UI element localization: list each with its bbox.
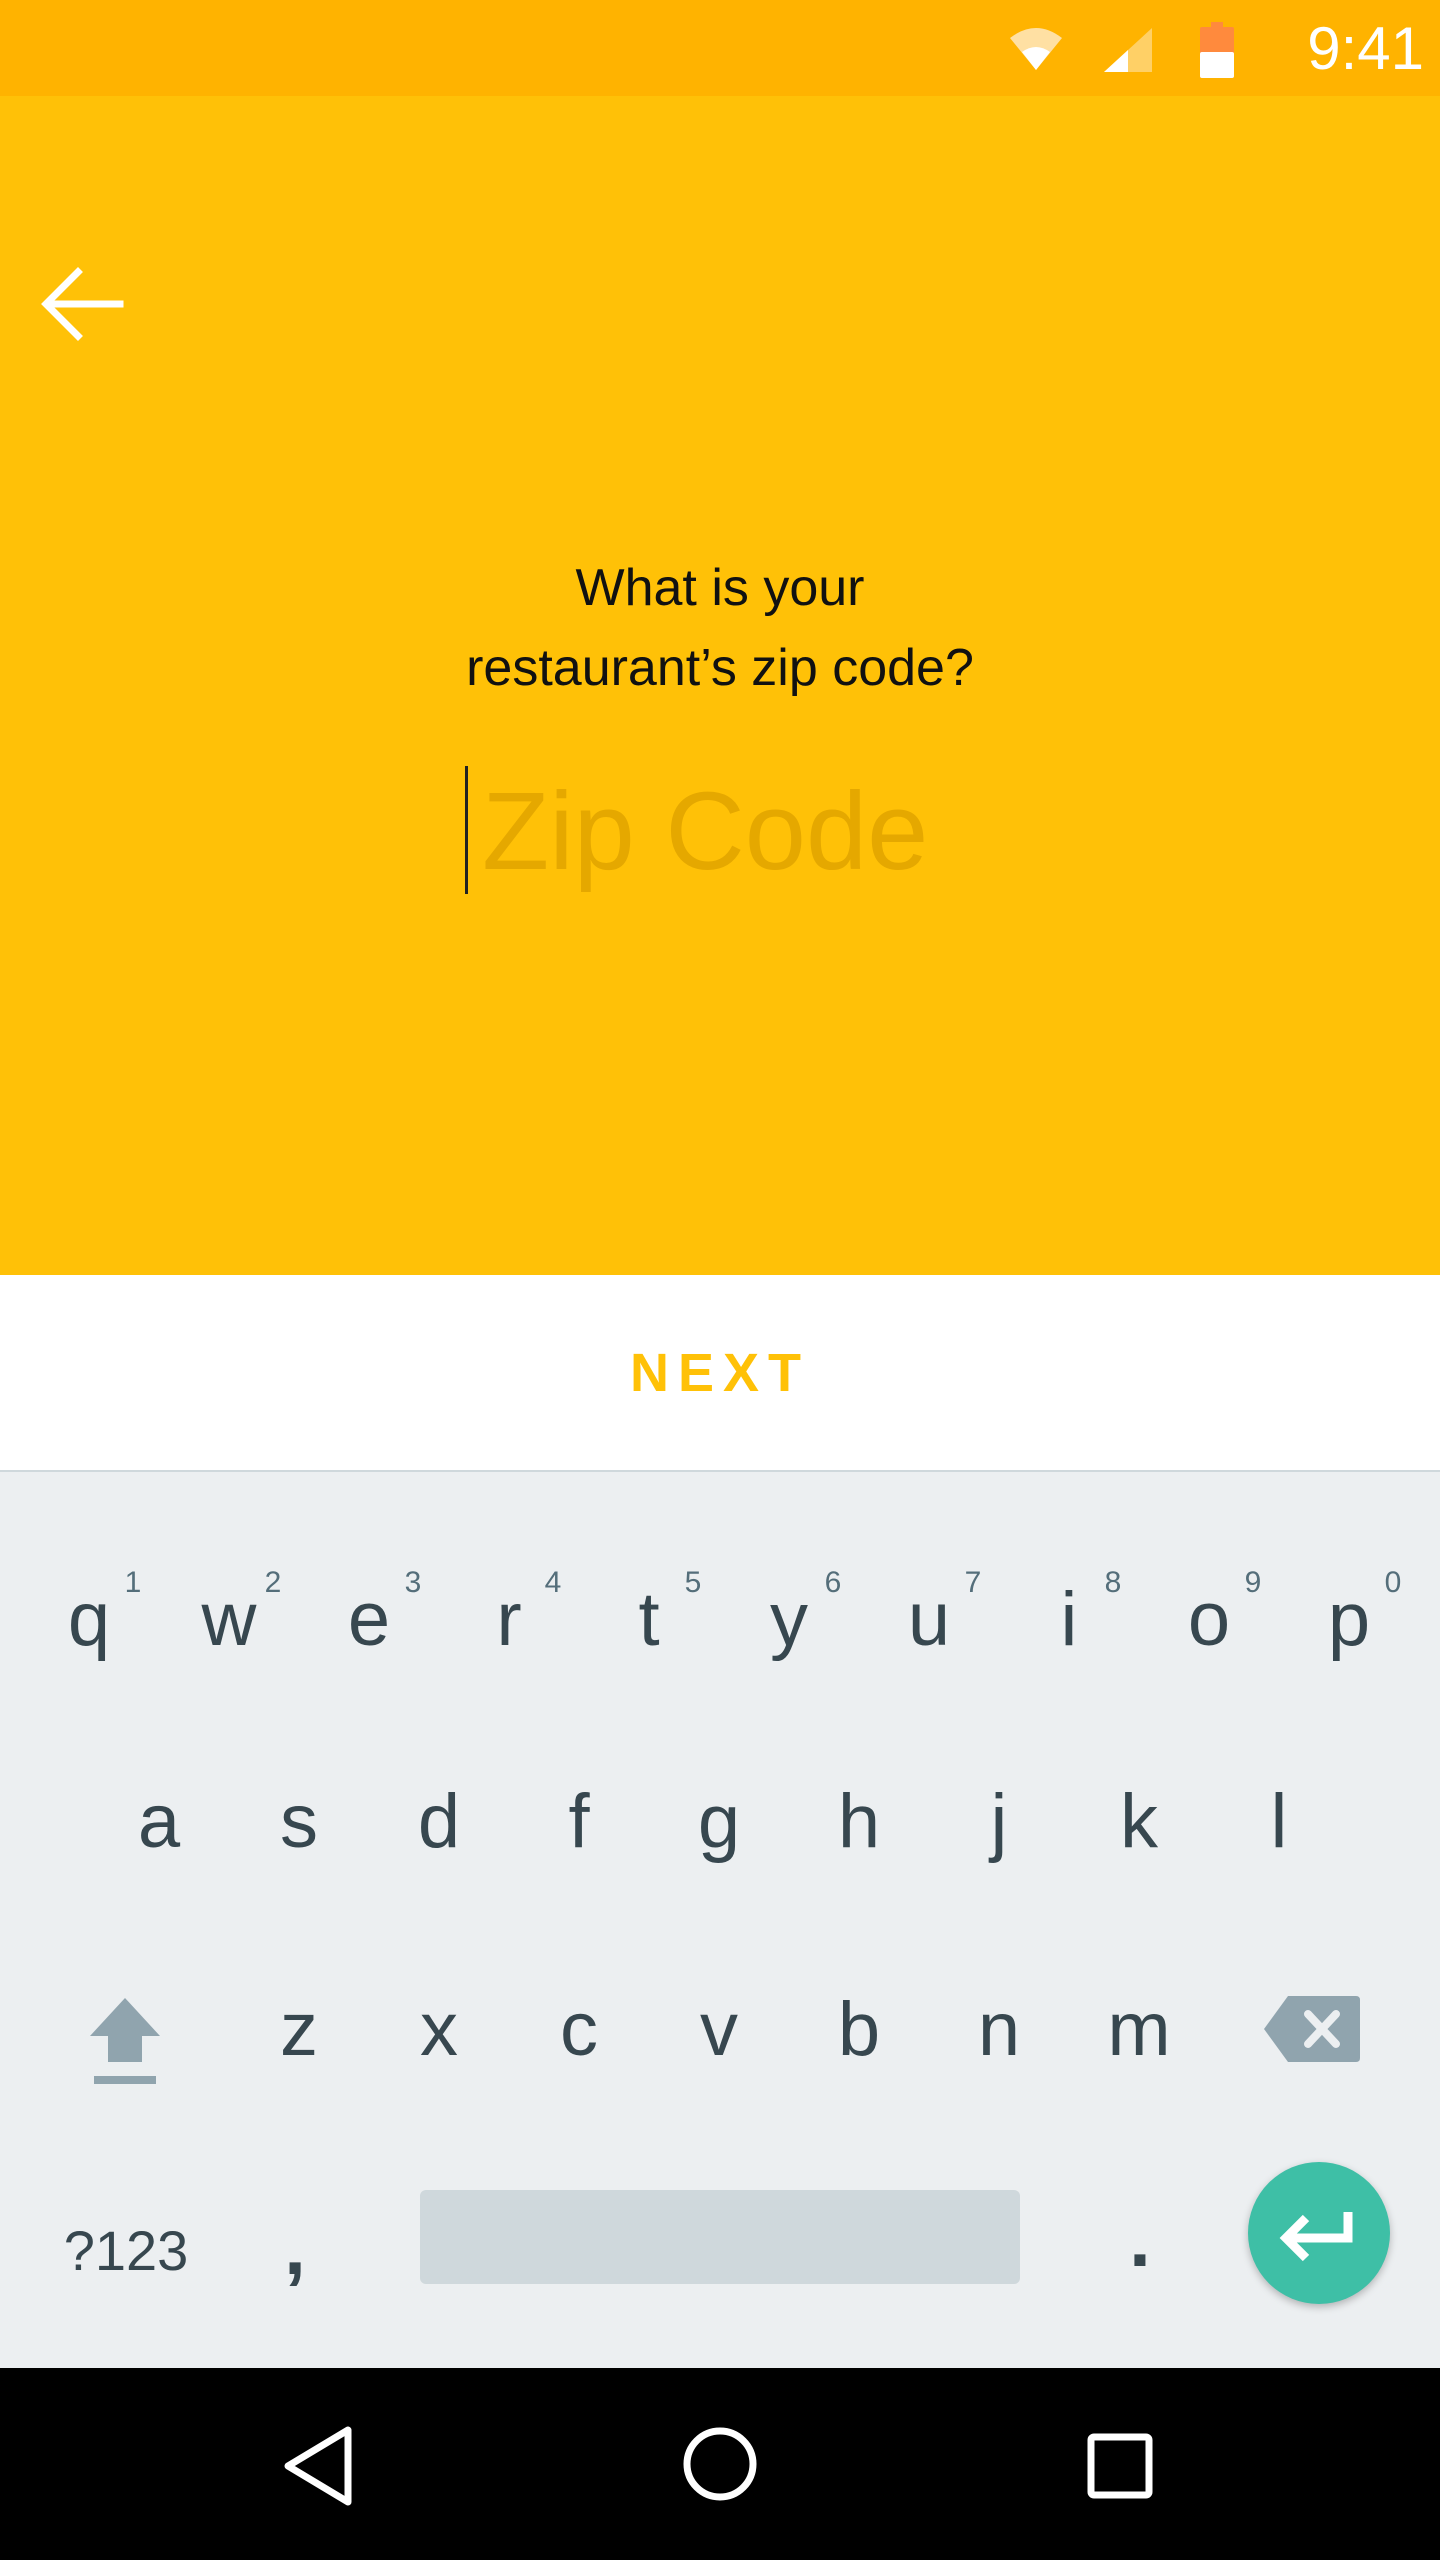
nav-recents-icon[interactable] <box>1070 2416 1170 2516</box>
comma-key[interactable]: , <box>240 2192 350 2302</box>
nav-back-icon[interactable] <box>276 2416 376 2516</box>
key-z[interactable]: z <box>234 1970 364 2090</box>
key-x[interactable]: x <box>374 1970 504 2090</box>
zip-code-input[interactable] <box>462 764 1042 898</box>
key-v[interactable]: v <box>654 1970 784 2090</box>
key-y[interactable]: y 6 <box>724 1560 854 1680</box>
question-line-2: restaurant’s zip code? <box>466 639 974 697</box>
backspace-icon[interactable] <box>1262 1992 1362 2066</box>
key-j[interactable]: j <box>934 1762 1064 1882</box>
space-bar[interactable] <box>420 2190 1020 2284</box>
key-c[interactable]: c <box>514 1970 644 2090</box>
question-line-1: What is your <box>575 559 865 617</box>
key-p[interactable]: p 0 <box>1284 1560 1414 1680</box>
key-f[interactable]: f <box>514 1762 644 1882</box>
key-s[interactable]: s <box>234 1762 364 1882</box>
key-g[interactable]: g <box>654 1762 784 1882</box>
symbols-key[interactable]: ?123 <box>46 2196 206 2306</box>
key-r[interactable]: r 4 <box>444 1560 574 1680</box>
zip-code-question: What is your restaurant’s zip code? <box>220 548 1220 708</box>
next-button[interactable]: NEXT <box>520 1331 920 1415</box>
key-t[interactable]: t 5 <box>584 1560 714 1680</box>
key-w[interactable]: w 2 <box>164 1560 294 1680</box>
action-bar: NEXT <box>0 1275 1440 1470</box>
enter-icon <box>1279 2212 1353 2262</box>
cell-signal-icon <box>1104 28 1152 72</box>
key-k[interactable]: k <box>1074 1762 1204 1882</box>
text-cursor <box>465 766 468 894</box>
enter-key[interactable] <box>1248 2162 1390 2304</box>
battery-icon <box>1200 22 1234 78</box>
key-e[interactable]: e 3 <box>304 1560 434 1680</box>
key-i[interactable]: i 8 <box>1004 1560 1134 1680</box>
zip-code-screen: What is your restaurant’s zip code? <box>0 96 1440 1275</box>
key-h[interactable]: h <box>794 1762 924 1882</box>
nav-home-icon[interactable] <box>670 2414 770 2514</box>
key-b[interactable]: b <box>794 1970 924 2090</box>
shift-icon[interactable] <box>80 1990 170 2090</box>
key-d[interactable]: d <box>374 1762 504 1882</box>
key-a[interactable]: a <box>94 1762 224 1882</box>
status-bar: 9:41 <box>0 0 1440 96</box>
key-u[interactable]: u 7 <box>864 1560 994 1680</box>
system-nav-bar <box>0 2368 1440 2560</box>
status-time: 9:41 <box>1307 15 1424 82</box>
soft-keyboard: q 1 w 2 e 3 r 4 t 5 y 6 u 7 i 8 o 9 p 0 … <box>0 1470 1440 2370</box>
key-o[interactable]: o 9 <box>1144 1560 1274 1680</box>
key-m[interactable]: m <box>1074 1970 1204 2090</box>
period-key[interactable]: . <box>1085 2184 1195 2294</box>
back-arrow-icon[interactable] <box>28 246 148 366</box>
key-n[interactable]: n <box>934 1970 1064 2090</box>
key-l[interactable]: l <box>1214 1762 1344 1882</box>
key-q[interactable]: q 1 <box>24 1560 154 1680</box>
wifi-icon <box>1010 28 1062 70</box>
